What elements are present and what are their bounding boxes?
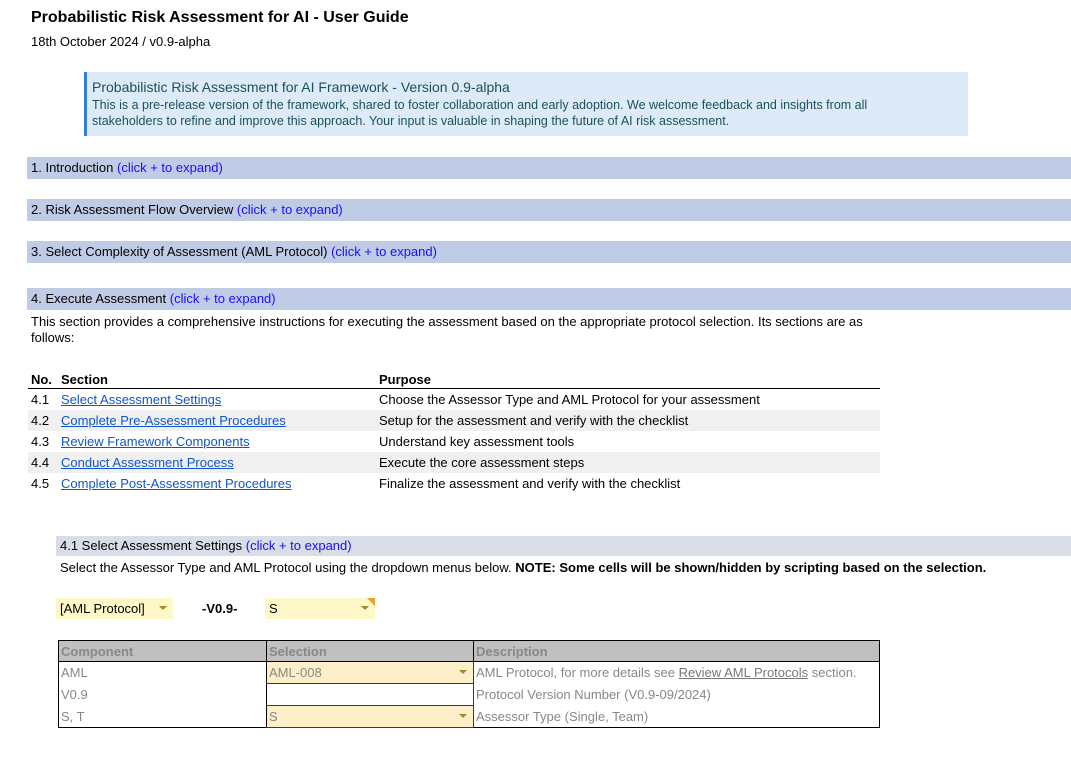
version-selection-cell[interactable] [266, 683, 474, 706]
note-text: NOTE: Some cells will be shown/hidden by… [515, 560, 987, 575]
description-cell: Protocol Version Number (V0.9-09/2024) [473, 683, 880, 706]
desc-text: AML Protocol, for more details see [476, 665, 679, 681]
section-flow-overview[interactable]: 2. Risk Assessment Flow Overview (click … [27, 199, 1071, 221]
col-purpose: Purpose [376, 370, 880, 389]
review-aml-protocols-link[interactable]: Review AML Protocols [679, 665, 809, 680]
page-subtitle: 18th October 2024 / v0.9-alpha [31, 34, 211, 49]
settings-instructions: Select the Assessor Type and AML Protoco… [60, 560, 986, 575]
table-row: 4.4 Conduct Assessment Process Execute the… [28, 452, 880, 473]
row-no: 4.2 [28, 410, 58, 431]
row-purpose: Finalize the assessment and verify with … [379, 476, 681, 491]
settings-table: Component Selection Description AML AML-008… [58, 640, 880, 728]
row-no: 4.4 [28, 452, 58, 473]
expand-hint[interactable]: (click + to expand) [331, 244, 437, 259]
section-introduction[interactable]: 1. Introduction (click + to expand) [27, 157, 1071, 179]
expand-hint[interactable]: (click + to expand) [117, 160, 223, 175]
col-component: Component [58, 640, 267, 662]
section-link[interactable]: Complete Pre-Assessment Procedures [61, 413, 286, 428]
section-complexity[interactable]: 3. Select Complexity of Assessment (AML … [27, 241, 1071, 263]
expand-hint[interactable]: (click + to expand) [246, 538, 352, 553]
dropdown-value: S [269, 709, 278, 724]
chevron-down-icon [459, 714, 467, 718]
assessor-type-dropdown[interactable]: S [265, 598, 375, 619]
section-label: 2. Risk Assessment Flow Overview [31, 202, 234, 217]
section-label: 1. Introduction [31, 160, 114, 175]
chevron-down-icon [459, 670, 467, 674]
dropdown-value: S [269, 601, 278, 616]
aml-selection-dropdown[interactable]: AML-008 [266, 661, 474, 684]
page-title: Probabilistic Risk Assessment for AI - U… [31, 9, 409, 26]
aml-protocol-dropdown[interactable]: [AML Protocol] [56, 598, 173, 619]
col-description: Description [473, 640, 880, 662]
section-execute-assessment[interactable]: 4. Execute Assessment (click + to expand… [27, 288, 1071, 310]
version-label: -V0.9- [202, 601, 238, 616]
table-row: AML AML-008 AML Protocol, for more details… [59, 661, 880, 684]
section-label: 4.1 Select Assessment Settings [60, 538, 243, 553]
notice-title: Probabilistic Risk Assessment for AI Fra… [92, 79, 510, 95]
section4-description: This section provides a comprehensive in… [31, 314, 863, 345]
dropdown-value: [AML Protocol] [60, 601, 145, 616]
notice-body: This is a pre-release version of the fra… [92, 98, 868, 128]
dropdown-value: AML-008 [269, 665, 322, 680]
row-no: 4.5 [31, 476, 50, 491]
section-link[interactable]: Review Framework Components [61, 434, 250, 449]
description-cell: Assessor Type (Single, Team) [473, 705, 880, 728]
assessor-selection-dropdown[interactable]: S [266, 705, 474, 728]
component-cell: S, T [61, 708, 85, 724]
expand-hint[interactable]: (click + to expand) [237, 202, 343, 217]
desc-text: section. [808, 665, 857, 681]
table-row: V0.9 Protocol Version Number (V0.9-09/202… [59, 683, 880, 706]
instruction-text: Select the Assessor Type and AML Protoco… [60, 560, 512, 575]
section-table: No. Section Purpose 4.1 Select Assessment S… [28, 370, 880, 494]
row-purpose: Execute the core assessment steps [376, 452, 880, 473]
chevron-down-icon [361, 606, 369, 610]
col-section: Section [58, 370, 376, 389]
table-row: 4.2 Complete Pre-Assessment Procedures Set… [28, 410, 880, 431]
prerelease-notice: Probabilistic Risk Assessment for AI Fra… [84, 72, 968, 136]
chevron-down-icon [159, 606, 167, 610]
component-cell: V0.9 [61, 687, 88, 702]
table-row: 4.1 Select Assessment Settings Choose the … [28, 389, 880, 411]
section-link[interactable]: Select Assessment Settings [61, 392, 221, 407]
expand-hint[interactable]: (click + to expand) [170, 291, 276, 306]
section-label: 4. Execute Assessment [31, 291, 167, 306]
table-row: S, T S Assessor Type (Single, Team) [59, 705, 880, 728]
description-cell: AML Protocol, for more details see Revie… [473, 661, 880, 684]
section-link[interactable]: Conduct Assessment Process [61, 455, 234, 470]
comment-marker-icon [367, 598, 375, 606]
row-purpose: Choose the Assessor Type and AML Protoco… [379, 392, 760, 407]
col-no: No. [28, 370, 58, 389]
row-no: 4.3 [31, 434, 50, 449]
col-selection: Selection [266, 640, 474, 662]
component-cell: AML [61, 665, 88, 681]
subsection-4-1[interactable]: 4.1 Select Assessment Settings (click + … [56, 536, 1071, 556]
table-row: 4.5 Complete Post-Assessment Procedures Fi… [28, 473, 880, 494]
row-purpose: Understand key assessment tools [379, 434, 575, 449]
section-label: 3. Select Complexity of Assessment (AML … [31, 244, 328, 259]
section-link[interactable]: Complete Post-Assessment Procedures [61, 476, 291, 491]
row-purpose: Setup for the assessment and verify with… [376, 410, 880, 431]
table-row: 4.3 Review Framework Components Understand… [28, 431, 880, 452]
row-no: 4.1 [31, 392, 50, 407]
